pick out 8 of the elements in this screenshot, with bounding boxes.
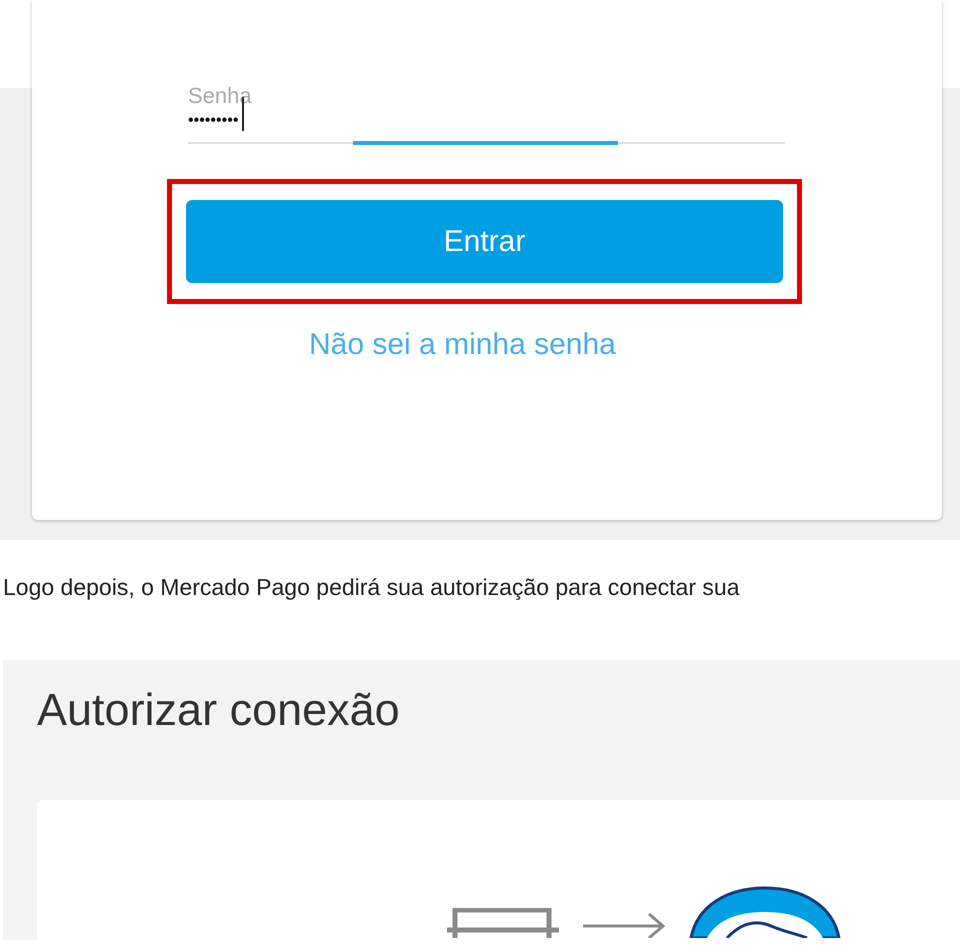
store-icon [445,908,561,938]
instruction-text: Logo depois, o Mercado Pago pedirá sua autorização para conectar sua [2,573,740,601]
password-field[interactable]: Senha ••••••••• [188,84,785,144]
login-button[interactable]: Entrar [186,200,783,283]
forgot-password-link[interactable]: Não sei a minha senha [309,328,616,362]
handshake-logo-icon [687,886,843,938]
panel-title: Autorizar conexão [37,683,401,737]
arrow-icon [581,912,667,938]
